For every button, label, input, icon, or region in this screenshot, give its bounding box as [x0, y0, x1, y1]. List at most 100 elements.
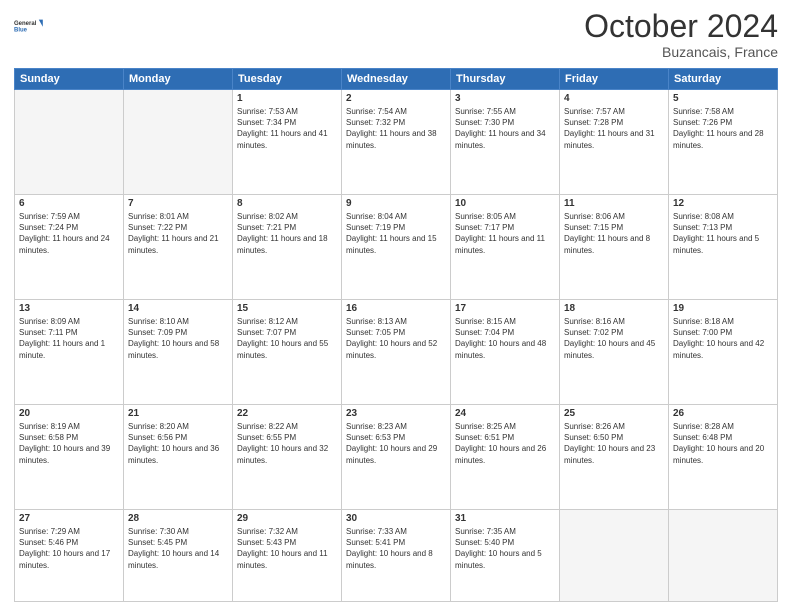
day-info: Sunrise: 8:08 AM Sunset: 7:13 PM Dayligh… — [673, 211, 773, 256]
weekday-header: Wednesday — [342, 69, 451, 90]
day-info: Sunrise: 8:06 AM Sunset: 7:15 PM Dayligh… — [564, 211, 664, 256]
weekday-header: Saturday — [669, 69, 778, 90]
day-info: Sunrise: 7:54 AM Sunset: 7:32 PM Dayligh… — [346, 106, 446, 151]
day-info: Sunrise: 7:33 AM Sunset: 5:41 PM Dayligh… — [346, 526, 446, 571]
day-info: Sunrise: 8:02 AM Sunset: 7:21 PM Dayligh… — [237, 211, 337, 256]
weekday-header: Monday — [124, 69, 233, 90]
calendar-week-row: 20 Sunrise: 8:19 AM Sunset: 6:58 PM Dayli… — [15, 405, 778, 510]
calendar-cell: 12 Sunrise: 8:08 AM Sunset: 7:13 PM Dayli… — [669, 195, 778, 300]
logo-icon: GeneralBlue — [14, 10, 46, 42]
calendar-week-row: 1Sunrise: 7:53 AM Sunset: 7:34 PM Daylig… — [15, 90, 778, 195]
calendar-cell: 25 Sunrise: 8:26 AM Sunset: 6:50 PM Dayli… — [560, 405, 669, 510]
day-number: 11 — [564, 198, 664, 209]
calendar-week-row: 6Sunrise: 7:59 AM Sunset: 7:24 PM Daylig… — [15, 195, 778, 300]
calendar-cell: 19 Sunrise: 8:18 AM Sunset: 7:00 PM Dayli… — [669, 300, 778, 405]
day-number: 31 — [455, 513, 555, 524]
day-info: Sunrise: 7:58 AM Sunset: 7:26 PM Dayligh… — [673, 106, 773, 151]
day-info: Sunrise: 8:28 AM Sunset: 6:48 PM Dayligh… — [673, 421, 773, 466]
page: GeneralBlue October 2024 Buzancais, Fran… — [0, 0, 792, 612]
calendar-cell: 3 Sunrise: 7:55 AM Sunset: 7:30 PM Daylig… — [451, 90, 560, 195]
day-number: 12 — [673, 198, 773, 209]
calendar-cell: 1Sunrise: 7:53 AM Sunset: 7:34 PM Daylig… — [233, 90, 342, 195]
calendar-cell: 5 Sunrise: 7:58 AM Sunset: 7:26 PM Daylig… — [669, 90, 778, 195]
day-number: 24 — [455, 408, 555, 419]
weekday-header: Sunday — [15, 69, 124, 90]
calendar-cell: 14 Sunrise: 8:10 AM Sunset: 7:09 PM Dayli… — [124, 300, 233, 405]
day-info: Sunrise: 8:12 AM Sunset: 7:07 PM Dayligh… — [237, 316, 337, 361]
day-info: Sunrise: 7:57 AM Sunset: 7:28 PM Dayligh… — [564, 106, 664, 151]
calendar-cell: 4Sunrise: 7:57 AM Sunset: 7:28 PM Daylig… — [560, 90, 669, 195]
day-number: 20 — [19, 408, 119, 419]
calendar-cell: 29Sunrise: 7:32 AM Sunset: 5:43 PM Dayli… — [233, 510, 342, 602]
day-number: 9 — [346, 198, 446, 209]
calendar-cell: 30 Sunrise: 7:33 AM Sunset: 5:41 PM Dayli… — [342, 510, 451, 602]
title-block: October 2024 Buzancais, France — [584, 10, 778, 60]
calendar-cell — [669, 510, 778, 602]
day-info: Sunrise: 8:23 AM Sunset: 6:53 PM Dayligh… — [346, 421, 446, 466]
day-number: 16 — [346, 303, 446, 314]
day-info: Sunrise: 8:15 AM Sunset: 7:04 PM Dayligh… — [455, 316, 555, 361]
calendar-cell: 24Sunrise: 8:25 AM Sunset: 6:51 PM Dayli… — [451, 405, 560, 510]
day-number: 7 — [128, 198, 228, 209]
calendar-cell: 6Sunrise: 7:59 AM Sunset: 7:24 PM Daylig… — [15, 195, 124, 300]
calendar-cell: 2 Sunrise: 7:54 AM Sunset: 7:32 PM Daylig… — [342, 90, 451, 195]
day-info: Sunrise: 7:30 AM Sunset: 5:45 PM Dayligh… — [128, 526, 228, 571]
day-number: 28 — [128, 513, 228, 524]
calendar-cell: 11 Sunrise: 8:06 AM Sunset: 7:15 PM Dayli… — [560, 195, 669, 300]
day-number: 15 — [237, 303, 337, 314]
day-info: Sunrise: 8:10 AM Sunset: 7:09 PM Dayligh… — [128, 316, 228, 361]
day-number: 22 — [237, 408, 337, 419]
calendar-table: SundayMondayTuesdayWednesdayThursdayFrid… — [14, 68, 778, 602]
day-info: Sunrise: 7:35 AM Sunset: 5:40 PM Dayligh… — [455, 526, 555, 571]
logo: GeneralBlue — [14, 10, 46, 42]
calendar-cell — [124, 90, 233, 195]
calendar-cell: 13Sunrise: 8:09 AM Sunset: 7:11 PM Dayli… — [15, 300, 124, 405]
day-number: 25 — [564, 408, 664, 419]
calendar-cell — [15, 90, 124, 195]
calendar-cell: 28 Sunrise: 7:30 AM Sunset: 5:45 PM Dayli… — [124, 510, 233, 602]
location: Buzancais, France — [584, 44, 778, 60]
day-number: 29 — [237, 513, 337, 524]
calendar-cell: 22 Sunrise: 8:22 AM Sunset: 6:55 PM Dayli… — [233, 405, 342, 510]
calendar-cell: 9 Sunrise: 8:04 AM Sunset: 7:19 PM Daylig… — [342, 195, 451, 300]
day-number: 23 — [346, 408, 446, 419]
day-info: Sunrise: 8:04 AM Sunset: 7:19 PM Dayligh… — [346, 211, 446, 256]
day-number: 26 — [673, 408, 773, 419]
day-info: Sunrise: 8:16 AM Sunset: 7:02 PM Dayligh… — [564, 316, 664, 361]
day-number: 21 — [128, 408, 228, 419]
day-number: 5 — [673, 93, 773, 104]
calendar-cell — [560, 510, 669, 602]
day-number: 17 — [455, 303, 555, 314]
day-info: Sunrise: 7:59 AM Sunset: 7:24 PM Dayligh… — [19, 211, 119, 256]
calendar-week-row: 13Sunrise: 8:09 AM Sunset: 7:11 PM Dayli… — [15, 300, 778, 405]
day-info: Sunrise: 8:19 AM Sunset: 6:58 PM Dayligh… — [19, 421, 119, 466]
day-info: Sunrise: 8:22 AM Sunset: 6:55 PM Dayligh… — [237, 421, 337, 466]
day-info: Sunrise: 7:55 AM Sunset: 7:30 PM Dayligh… — [455, 106, 555, 151]
day-number: 2 — [346, 93, 446, 104]
day-number: 14 — [128, 303, 228, 314]
day-info: Sunrise: 8:20 AM Sunset: 6:56 PM Dayligh… — [128, 421, 228, 466]
day-number: 10 — [455, 198, 555, 209]
day-info: Sunrise: 8:01 AM Sunset: 7:22 PM Dayligh… — [128, 211, 228, 256]
svg-text:General: General — [14, 21, 37, 27]
month-title: October 2024 — [584, 10, 778, 42]
day-number: 30 — [346, 513, 446, 524]
weekday-header-row: SundayMondayTuesdayWednesdayThursdayFrid… — [15, 69, 778, 90]
day-number: 19 — [673, 303, 773, 314]
header: GeneralBlue October 2024 Buzancais, Fran… — [14, 10, 778, 60]
day-number: 27 — [19, 513, 119, 524]
calendar-cell: 20 Sunrise: 8:19 AM Sunset: 6:58 PM Dayli… — [15, 405, 124, 510]
weekday-header: Thursday — [451, 69, 560, 90]
calendar-cell: 7 Sunrise: 8:01 AM Sunset: 7:22 PM Daylig… — [124, 195, 233, 300]
svg-text:Blue: Blue — [14, 28, 28, 34]
day-number: 1 — [237, 93, 337, 104]
calendar-cell: 21 Sunrise: 8:20 AM Sunset: 6:56 PM Dayli… — [124, 405, 233, 510]
weekday-header: Friday — [560, 69, 669, 90]
calendar-cell: 18Sunrise: 8:16 AM Sunset: 7:02 PM Dayli… — [560, 300, 669, 405]
calendar-cell: 16Sunrise: 8:13 AM Sunset: 7:05 PM Dayli… — [342, 300, 451, 405]
day-info: Sunrise: 8:18 AM Sunset: 7:00 PM Dayligh… — [673, 316, 773, 361]
calendar-cell: 17 Sunrise: 8:15 AM Sunset: 7:04 PM Dayli… — [451, 300, 560, 405]
day-info: Sunrise: 8:26 AM Sunset: 6:50 PM Dayligh… — [564, 421, 664, 466]
calendar-cell: 31 Sunrise: 7:35 AM Sunset: 5:40 PM Dayli… — [451, 510, 560, 602]
day-number: 3 — [455, 93, 555, 104]
